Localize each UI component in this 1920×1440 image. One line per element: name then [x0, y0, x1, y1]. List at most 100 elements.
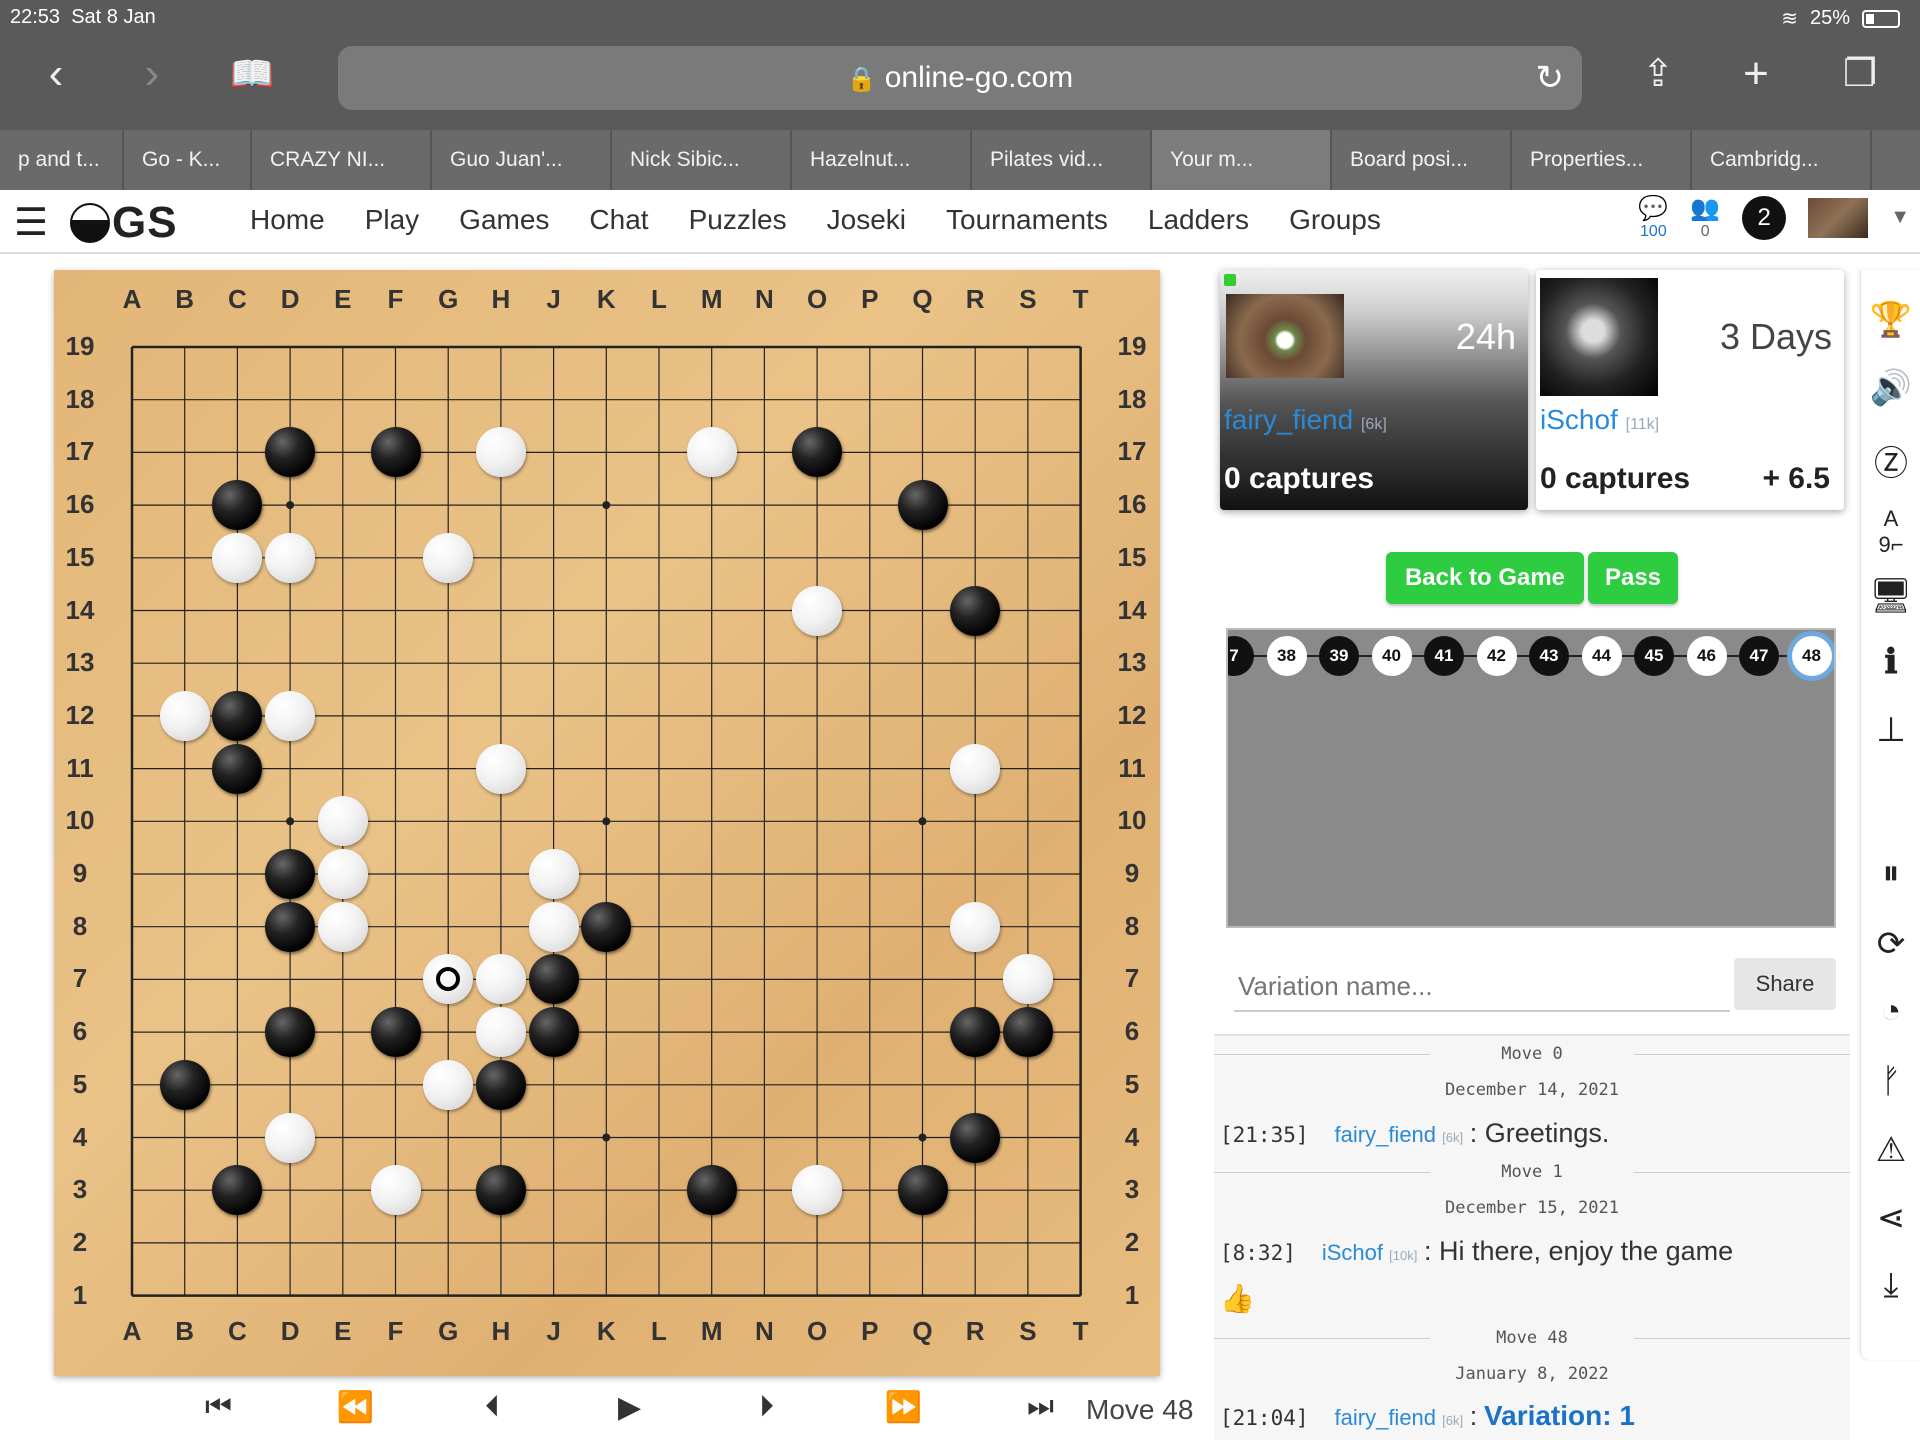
book-icon[interactable]: 📖	[222, 52, 282, 96]
zen-mode-icon[interactable]: Ⓩ	[1861, 436, 1920, 485]
variation-link[interactable]: Variation: 1	[1484, 1400, 1635, 1431]
move-tree-node[interactable]: 42	[1476, 636, 1517, 676]
back-to-game-button[interactable]: Back to Game	[1386, 552, 1584, 604]
move-tree-node[interactable]: 41	[1424, 636, 1464, 676]
move-tree-node[interactable]: 38	[1266, 636, 1307, 676]
browser-tab[interactable]: Nick Sibic...	[612, 130, 792, 190]
white-player-name[interactable]: iSchof [11k]	[1540, 404, 1659, 436]
menu-item-joseki[interactable]: Joseki	[807, 204, 926, 236]
move-tree-node[interactable]: 44	[1581, 636, 1622, 676]
row-label: 5	[1124, 1068, 1140, 1099]
trophy-icon[interactable]: 🏆	[1861, 300, 1920, 340]
analyze-icon[interactable]: ◔	[1861, 992, 1920, 1031]
url-text: online-go.com	[884, 61, 1074, 94]
move-tree-node[interactable]: 45	[1634, 636, 1674, 676]
pause-icon[interactable]: ⏸	[1861, 854, 1920, 893]
white-stone	[423, 532, 474, 583]
white-player-avatar[interactable]	[1540, 278, 1658, 396]
browser-tab[interactable]: Properties...	[1512, 130, 1692, 190]
fast-forward-icon[interactable]: ⏩	[835, 1390, 972, 1425]
row-label: 13	[65, 647, 95, 678]
site-logo[interactable]: GS	[70, 198, 178, 248]
hamburger-menu-icon[interactable]: ☰	[14, 204, 48, 242]
notification-badge[interactable]: 2	[1742, 195, 1787, 240]
move-tree-node[interactable]: 46	[1686, 636, 1727, 676]
chat-user-link[interactable]: fairy_fiend [6k]	[1335, 1405, 1464, 1430]
move-tree-node[interactable]: 48	[1791, 636, 1832, 676]
play-icon[interactable]: ▶	[561, 1390, 698, 1425]
move-tree-node[interactable]: 39	[1319, 636, 1359, 676]
go-board[interactable]: A A B B C C D D E E F F G G H H J J K K L L M M N N O O P P Q Q R R S S T T 19…	[54, 270, 1160, 1376]
tabs-icon[interactable]: ❐	[1830, 52, 1890, 96]
column-label: R	[965, 1316, 985, 1346]
black-player-name[interactable]: fairy_fiend [6k]	[1224, 404, 1387, 436]
address-bar[interactable]: 🔒 online-go.com ↻	[338, 46, 1582, 110]
info-icon[interactable]: ℹ	[1861, 642, 1920, 682]
move-tree[interactable]: 7 38 39 40 41 42 43 44 45 46 47 48	[1226, 628, 1836, 928]
column-label: A	[122, 1316, 142, 1346]
chevron-right-icon[interactable]: ›	[122, 52, 182, 96]
refresh-icon[interactable]: ⟳	[1861, 924, 1920, 964]
coordinates-icon[interactable]: A 9⌐	[1861, 506, 1920, 558]
browser-tab[interactable]: Cambridg...	[1692, 130, 1872, 190]
browser-tab[interactable]: p and t...	[0, 130, 124, 190]
white-stone	[475, 1007, 526, 1058]
browser-tab[interactable]: Hazelnut...	[792, 130, 972, 190]
move-tree-node[interactable]: 40	[1371, 636, 1412, 676]
chat-user-link[interactable]: iSchof [10k]	[1322, 1240, 1417, 1265]
row-label: 10	[65, 805, 95, 836]
speaker-icon[interactable]: 🔊	[1861, 368, 1920, 408]
share-variation-button[interactable]: Share	[1734, 958, 1836, 1010]
reload-icon[interactable]: ↻	[1536, 46, 1565, 110]
share-icon[interactable]: ⋖	[1861, 1198, 1920, 1238]
warning-icon[interactable]: ⚠	[1861, 1130, 1920, 1170]
fast-back-icon[interactable]: ⏪	[287, 1390, 424, 1425]
menu-item-groups[interactable]: Groups	[1269, 204, 1401, 236]
pass-button[interactable]: Pass	[1588, 552, 1678, 604]
black-stone	[686, 1165, 737, 1216]
share-icon[interactable]: ⇪	[1628, 52, 1688, 96]
menu-item-games[interactable]: Games	[439, 204, 569, 236]
menu-item-chat[interactable]: Chat	[569, 204, 668, 236]
black-stone	[159, 1059, 210, 1110]
column-label: C	[228, 284, 247, 314]
download-icon[interactable]: ⤓	[1861, 1266, 1920, 1305]
chat-date: December 15, 2021	[1445, 1198, 1619, 1218]
chevron-down-icon[interactable]: ▼	[1890, 206, 1910, 229]
move-tree-node[interactable]: 47	[1739, 636, 1779, 676]
user-avatar[interactable]	[1808, 197, 1869, 238]
friends-counter[interactable]: 👥 0	[1690, 194, 1720, 241]
menu-item-tournaments[interactable]: Tournaments	[926, 204, 1128, 236]
plus-icon[interactable]: +	[1726, 52, 1786, 96]
row-label: 3	[72, 1174, 88, 1205]
browser-tab[interactable]: Board posi...	[1332, 130, 1512, 190]
menu-item-puzzles[interactable]: Puzzles	[669, 204, 807, 236]
row-label: 17	[1117, 436, 1147, 467]
move-tree-node[interactable]: 43	[1529, 636, 1569, 676]
column-label: N	[755, 1316, 774, 1346]
browser-tab[interactable]: Pilates vid...	[972, 130, 1152, 190]
browser-tab[interactable]: Go - K...	[124, 130, 252, 190]
menu-item-home[interactable]: Home	[230, 204, 345, 236]
chevron-left-icon[interactable]: ‹	[26, 52, 86, 96]
browser-tab[interactable]: Your m...	[1152, 130, 1332, 190]
browser-tab[interactable]: CRAZY NI...	[252, 130, 432, 190]
tree-icon[interactable]: ⊥	[1861, 710, 1920, 750]
row-label: 5	[72, 1068, 88, 1099]
move-tree-node[interactable]: 7	[1228, 636, 1254, 676]
step-back-icon[interactable]: ⏴	[424, 1390, 561, 1425]
chat-counter[interactable]: 💬 100	[1638, 194, 1668, 241]
column-label: Q	[912, 284, 933, 314]
variation-name-input[interactable]	[1234, 962, 1730, 1012]
black-stone	[528, 954, 579, 1005]
browser-tab[interactable]: Guo Juan'...	[432, 130, 612, 190]
black-player-avatar[interactable]	[1226, 294, 1344, 378]
monitor-icon[interactable]: 🖥	[1861, 576, 1920, 616]
row-label: 7	[72, 963, 88, 994]
skip-to-start-icon[interactable]: ⏮	[150, 1390, 287, 1425]
step-forward-icon[interactable]: ⏵	[698, 1390, 835, 1425]
fork-icon[interactable]: ᚠ	[1861, 1062, 1920, 1101]
menu-item-ladders[interactable]: Ladders	[1128, 204, 1269, 236]
chat-user-link[interactable]: fairy_fiend [6k]	[1335, 1122, 1464, 1147]
menu-item-play[interactable]: Play	[345, 204, 439, 236]
